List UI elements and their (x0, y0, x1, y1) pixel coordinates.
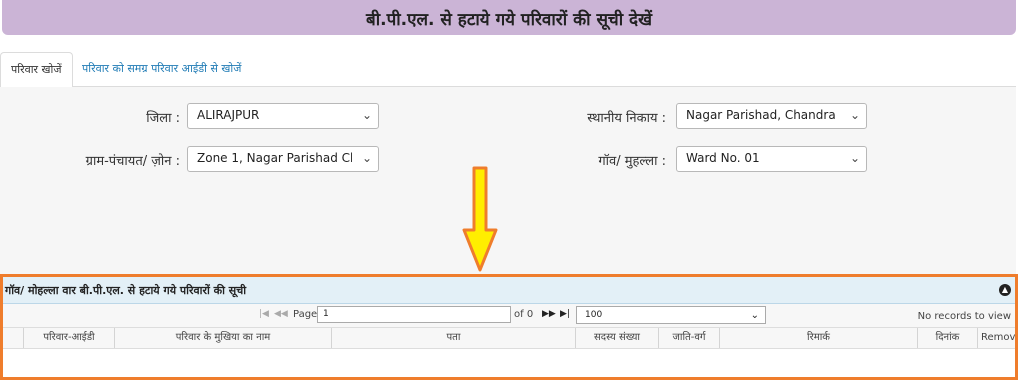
gram-panchayat-select[interactable]: Zone 1, Nagar Parishad Chandra ⌄ (187, 146, 379, 172)
down-arrow-icon (462, 166, 498, 272)
local-body-select[interactable]: Nagar Parishad, Chandra Shekhar ⌄ (676, 103, 867, 129)
tab-search-family[interactable]: परिवार खोजें (0, 52, 73, 88)
page-title: बी.पी.एल. से हटाये गये परिवारों की सूची … (366, 10, 652, 30)
pager: |◀ ◀◀ Page 1 of 0 ▶▶ ▶| 100 ⌄ No records… (3, 304, 1015, 328)
no-records-text: No records to view (917, 311, 1011, 322)
next-page-icon[interactable]: ▶▶ (542, 309, 556, 319)
column-header-caste-category[interactable]: जाति-वर्ग (658, 328, 719, 348)
column-header-removed[interactable]: Removed (977, 328, 1015, 348)
rows-per-page-value: 100 (585, 310, 603, 320)
local-body-label: स्थानीय निकाय : (587, 111, 666, 126)
district-value: ALIRAJPUR (197, 108, 260, 122)
chevron-down-icon: ⌄ (849, 151, 860, 165)
grid-title: गॉव/ मोहल्ला वार बी.पी.एल. से हटाये गये … (5, 284, 247, 297)
gram-panchayat-value: Zone 1, Nagar Parishad Chandra (197, 151, 352, 165)
column-header-address[interactable]: पता (331, 328, 575, 348)
prev-page-icon[interactable]: ◀◀ (274, 309, 288, 319)
local-body-value: Nagar Parishad, Chandra Shekhar (686, 108, 840, 122)
column-header-rownum (3, 328, 23, 348)
chevron-down-icon: ⌄ (849, 108, 860, 122)
chevron-down-icon: ⌄ (361, 108, 372, 122)
column-header-family-id[interactable]: परिवार-आईडी (23, 328, 114, 348)
search-form: जिला : ALIRAJPUR ⌄ स्थानीय निकाय : Nagar… (0, 87, 1016, 275)
page-input[interactable]: 1 (317, 306, 511, 323)
gram-panchayat-label: ग्राम-पंचायत/ ज़ोन : (85, 154, 180, 169)
collapse-icon[interactable]: ▲ (999, 284, 1011, 296)
tab-bar: परिवार खोजें परिवार को समग्र परिवार आईडी… (0, 50, 1016, 88)
page-header: बी.पी.एल. से हटाये गये परिवारों की सूची … (2, 0, 1016, 35)
column-header-member-count[interactable]: सदस्य संख्या (575, 328, 658, 348)
column-header-date[interactable]: दिनांक (917, 328, 977, 348)
village-label: गॉव/ मुहल्ला : (598, 154, 666, 169)
page-count: of 0 (514, 309, 534, 320)
village-value: Ward No. 01 (686, 151, 760, 165)
grid-caption: गॉव/ मोहल्ला वार बी.पी.एल. से हटाये गये … (3, 277, 1015, 304)
first-page-icon[interactable]: |◀ (259, 309, 269, 319)
village-select[interactable]: Ward No. 01 ⌄ (676, 146, 867, 172)
last-page-icon[interactable]: ▶| (560, 309, 570, 319)
grid-header-row: परिवार-आईडी परिवार के मुखिया का नाम पता … (3, 328, 1015, 349)
rows-per-page-select[interactable]: 100 ⌄ (576, 306, 766, 324)
column-header-head-name[interactable]: परिवार के मुखिया का नाम (114, 328, 331, 348)
removed-families-grid: गॉव/ मोहल्ला वार बी.पी.एल. से हटाये गये … (0, 274, 1018, 380)
district-label: जिला : (146, 111, 180, 126)
chevron-down-icon: ⌄ (750, 310, 759, 321)
column-header-remark[interactable]: रिमार्क (719, 328, 917, 348)
tab-search-by-samagra-id[interactable]: परिवार को समग्र परिवार आईडी से खोजें (72, 52, 251, 86)
chevron-down-icon: ⌄ (361, 151, 372, 165)
district-select[interactable]: ALIRAJPUR ⌄ (187, 103, 379, 129)
page-label: Page (293, 309, 318, 320)
